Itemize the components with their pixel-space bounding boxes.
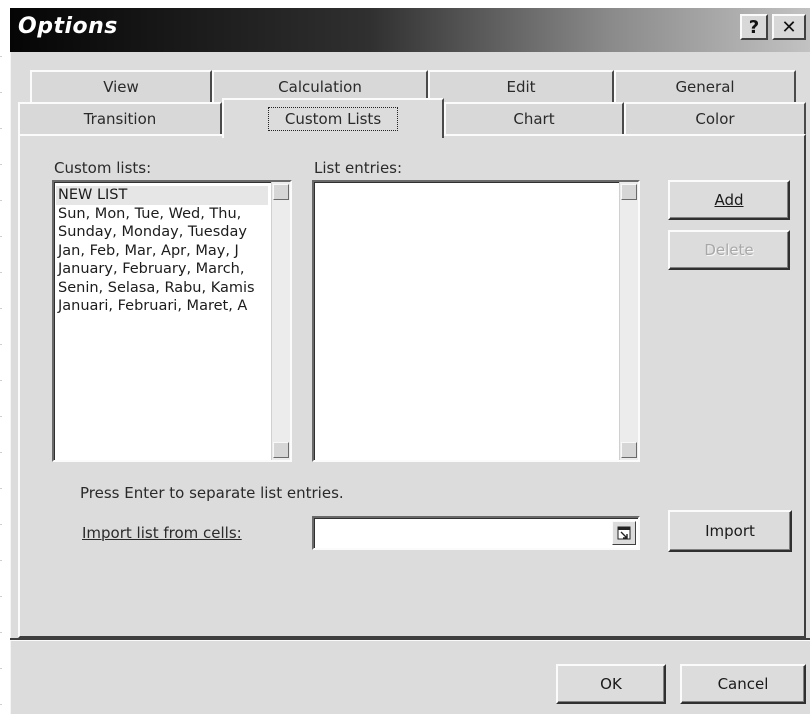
list-item[interactable]: Sunday, Monday, Tuesday	[56, 223, 268, 242]
ok-button[interactable]: OK	[556, 664, 666, 704]
scroll-down-arrow-icon[interactable]	[621, 442, 637, 458]
list-item[interactable]: NEW LIST	[56, 186, 268, 205]
scroll-up-arrow-icon[interactable]	[621, 184, 637, 200]
custom-lists-listbox[interactable]: NEW LIST Sun, Mon, Tue, Wed, Thu, Sunday, …	[52, 180, 292, 462]
list-item[interactable]: Jan, Feb, Mar, Apr, May, J	[56, 242, 268, 261]
import-button-label: Import	[705, 522, 755, 540]
cancel-button-label: Cancel	[717, 675, 769, 693]
range-select-icon[interactable]	[612, 521, 636, 545]
scroll-up-arrow-icon[interactable]	[273, 184, 289, 200]
tab-chart[interactable]: Chart	[444, 102, 624, 134]
import-range-field[interactable]	[312, 516, 640, 550]
import-button[interactable]: Import	[668, 510, 792, 552]
add-button-label: Add	[714, 191, 744, 209]
help-button[interactable]: ?	[740, 14, 768, 40]
delete-button-label: Delete	[704, 241, 754, 259]
background-ruler	[0, 56, 2, 708]
dialog-title: Options	[18, 14, 118, 39]
title-bar	[10, 8, 810, 52]
list-item[interactable]: Senin, Selasa, Rabu, Kamis	[56, 279, 268, 298]
tab-view[interactable]: View	[30, 70, 212, 102]
list-entries-scrollbar[interactable]	[619, 182, 638, 460]
import-list-label: Import list from cells:	[82, 524, 242, 542]
tab-custom-lists-label: Custom Lists	[267, 107, 399, 131]
tab-custom-lists[interactable]: Custom Lists	[222, 98, 444, 138]
close-button[interactable]: ✕	[772, 14, 806, 40]
list-entries-hint: Press Enter to separate list entries.	[80, 484, 344, 502]
delete-button[interactable]: Delete	[668, 230, 790, 270]
cancel-button[interactable]: Cancel	[680, 664, 806, 704]
custom-lists-label: Custom lists:	[54, 159, 152, 177]
list-entries-textbox[interactable]	[312, 180, 640, 462]
scroll-down-arrow-icon[interactable]	[273, 442, 289, 458]
tab-general[interactable]: General	[614, 70, 796, 102]
tab-edit[interactable]: Edit	[428, 70, 614, 102]
custom-lists-scrollbar[interactable]	[271, 182, 290, 460]
add-button[interactable]: Add	[668, 180, 790, 220]
list-item[interactable]: Sun, Mon, Tue, Wed, Thu,	[56, 205, 268, 224]
list-item[interactable]: January, February, March,	[56, 260, 268, 279]
custom-lists-items: NEW LIST Sun, Mon, Tue, Wed, Thu, Sunday, …	[56, 186, 268, 316]
list-item[interactable]: Januari, Februari, Maret, A	[56, 297, 268, 316]
tab-transition[interactable]: Transition	[18, 102, 222, 134]
ok-button-label: OK	[600, 675, 622, 693]
list-entries-label: List entries:	[314, 159, 403, 177]
tab-color[interactable]: Color	[624, 102, 806, 134]
dialog-separator	[10, 638, 810, 641]
